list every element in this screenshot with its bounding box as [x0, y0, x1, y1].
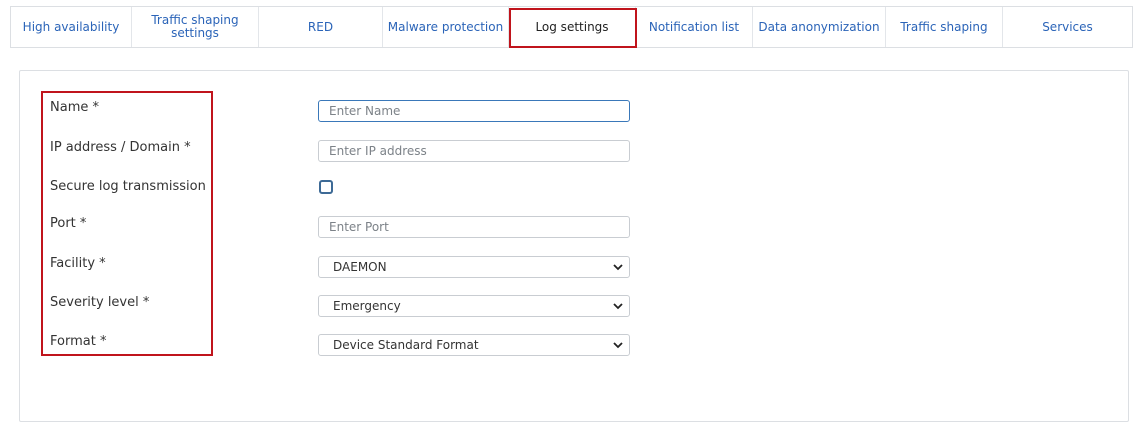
port-label: Port * — [50, 216, 87, 231]
secure-log-transmission-label: Secure log transmission — [50, 179, 206, 194]
tab-traffic-shaping[interactable]: Traffic shaping — [886, 7, 1003, 47]
format-select[interactable]: Device Standard Format — [318, 334, 630, 356]
ip-address-input[interactable] — [329, 144, 619, 158]
tab-log-settings[interactable]: Log settings — [509, 7, 636, 47]
tab-red[interactable]: RED — [259, 7, 383, 47]
tab-notification-list[interactable]: Notification list — [636, 7, 753, 47]
tab-data-anonymization[interactable]: Data anonymization — [753, 7, 886, 47]
secure-log-transmission-checkbox[interactable] — [319, 180, 333, 194]
port-input-wrapper — [318, 216, 630, 238]
ip-address-label: IP address / Domain * — [50, 140, 191, 155]
format-label: Format * — [50, 334, 107, 349]
tab-traffic-shaping-settings[interactable]: Traffic shaping settings — [132, 7, 259, 47]
port-input[interactable] — [329, 220, 619, 234]
severity-level-select[interactable]: Emergency — [318, 295, 630, 317]
chevron-down-icon — [613, 340, 623, 350]
tab-bar: High availability Traffic shaping settin… — [10, 6, 1133, 48]
tab-services[interactable]: Services — [1003, 7, 1132, 47]
severity-level-select-value: Emergency — [333, 299, 401, 313]
tab-malware-protection[interactable]: Malware protection — [383, 7, 509, 47]
chevron-down-icon — [613, 262, 623, 272]
format-select-value: Device Standard Format — [333, 338, 479, 352]
name-input-wrapper — [318, 100, 630, 122]
facility-select-value: DAEMON — [333, 260, 387, 274]
facility-label: Facility * — [50, 256, 106, 271]
log-settings-form-panel — [19, 70, 1129, 422]
ip-address-input-wrapper — [318, 140, 630, 162]
name-label: Name * — [50, 100, 99, 115]
name-input[interactable] — [329, 104, 619, 118]
facility-select[interactable]: DAEMON — [318, 256, 630, 278]
tab-high-availability[interactable]: High availability — [11, 7, 132, 47]
severity-level-label: Severity level * — [50, 295, 150, 310]
chevron-down-icon — [613, 301, 623, 311]
